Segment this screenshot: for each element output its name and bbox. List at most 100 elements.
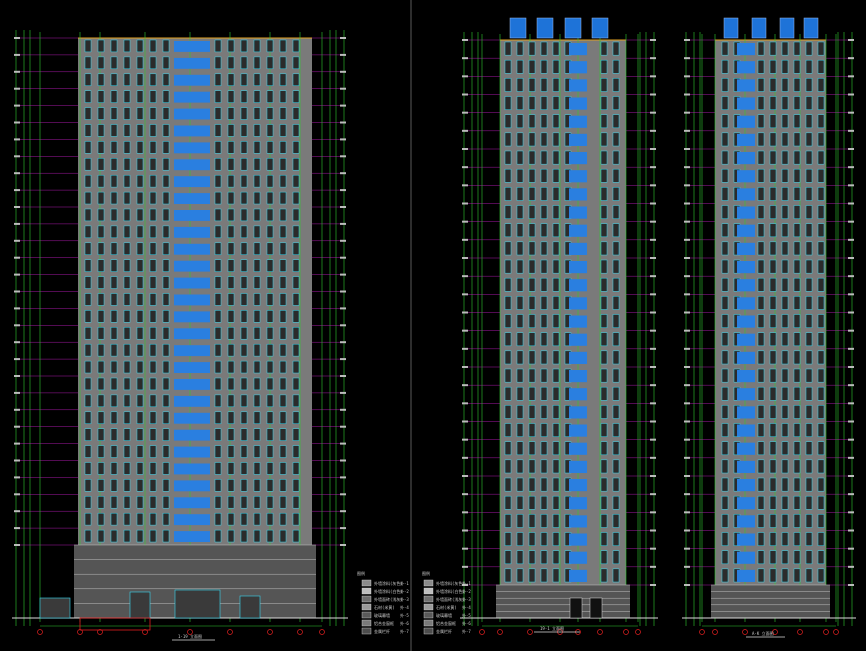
window	[240, 479, 248, 492]
roof-equipment-panel	[564, 17, 582, 39]
level-marker	[14, 37, 20, 39]
window	[793, 96, 801, 110]
window	[721, 223, 729, 238]
window	[552, 550, 560, 565]
window	[612, 495, 620, 510]
window	[769, 277, 777, 292]
window	[227, 327, 235, 340]
level-marker	[14, 544, 20, 546]
window	[528, 41, 536, 56]
window	[227, 529, 235, 543]
window	[805, 514, 813, 528]
balcony-glazing	[737, 242, 755, 255]
balcony-glazing	[737, 388, 755, 401]
window	[214, 310, 222, 323]
window	[123, 462, 131, 475]
window	[805, 59, 813, 74]
window	[123, 73, 131, 86]
window	[292, 124, 300, 137]
window	[600, 532, 608, 546]
window	[769, 296, 777, 310]
window	[279, 445, 287, 458]
window	[540, 132, 548, 147]
window	[769, 568, 777, 583]
window	[721, 78, 729, 92]
window	[123, 225, 131, 239]
window	[253, 158, 261, 171]
window	[516, 495, 524, 510]
window	[279, 327, 287, 340]
window	[552, 78, 560, 92]
window	[240, 428, 248, 441]
balcony-glazing	[737, 97, 755, 110]
balcony-glazing	[569, 424, 587, 437]
level-marker	[462, 275, 468, 278]
window	[110, 259, 118, 272]
window	[253, 174, 261, 188]
window	[279, 343, 287, 357]
window	[793, 441, 801, 456]
window	[123, 208, 131, 222]
window	[292, 479, 300, 492]
window	[149, 124, 157, 137]
legend-label: 外墙涂料(灰色)	[436, 580, 465, 586]
window	[136, 496, 144, 509]
window	[528, 205, 536, 219]
window	[123, 496, 131, 509]
level-marker	[848, 202, 854, 205]
balcony-glazing	[737, 551, 755, 564]
window	[540, 405, 548, 419]
window	[123, 411, 131, 424]
window	[781, 405, 789, 419]
window	[757, 59, 765, 74]
window	[528, 477, 536, 492]
level-marker	[684, 456, 690, 459]
window	[721, 150, 729, 165]
balcony-glazing	[569, 61, 587, 74]
window	[540, 150, 548, 165]
window	[757, 187, 765, 201]
level-marker	[14, 189, 20, 192]
window	[149, 225, 157, 239]
window	[793, 241, 801, 256]
window	[266, 90, 274, 103]
window	[817, 41, 825, 56]
window	[253, 394, 261, 408]
window	[110, 529, 118, 543]
window	[214, 158, 222, 171]
window	[504, 41, 512, 56]
level-marker	[462, 75, 468, 78]
window	[757, 332, 765, 347]
window	[292, 276, 300, 289]
legend-code: 外-6	[400, 620, 409, 626]
window	[149, 276, 157, 289]
balcony-glazing	[569, 406, 587, 419]
window	[279, 107, 287, 120]
window	[817, 78, 825, 92]
level-marker	[848, 111, 854, 114]
window	[805, 477, 813, 492]
window	[757, 114, 765, 129]
window	[769, 405, 777, 419]
window	[757, 368, 765, 383]
podium-entrance	[589, 597, 603, 619]
level-marker	[340, 425, 346, 428]
window	[266, 445, 274, 458]
window	[214, 191, 222, 205]
window	[612, 568, 620, 583]
level-marker	[14, 273, 20, 276]
window	[123, 39, 131, 53]
window	[504, 277, 512, 292]
window	[817, 386, 825, 401]
window	[769, 41, 777, 56]
window	[504, 205, 512, 219]
window	[817, 314, 825, 328]
window	[149, 310, 157, 323]
window	[149, 293, 157, 306]
window	[540, 550, 548, 565]
level-marker	[650, 275, 656, 278]
window	[136, 73, 144, 86]
window	[769, 223, 777, 238]
window	[110, 377, 118, 391]
window	[240, 276, 248, 289]
